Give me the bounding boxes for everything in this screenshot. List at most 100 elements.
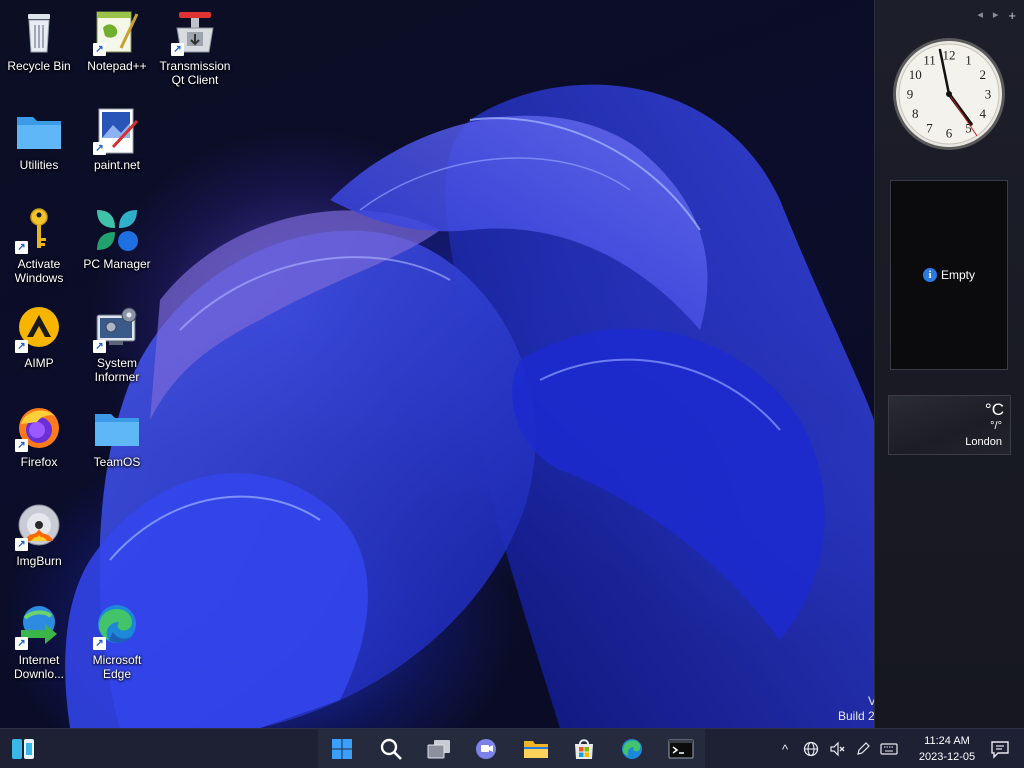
desktop-icon-label: Transmission Qt Client <box>159 59 231 87</box>
notepad-plus-plus-icon: ↗ <box>93 8 141 56</box>
taskbar-pinned-apps <box>318 729 705 768</box>
shortcut-arrow-icon: ↗ <box>93 142 106 155</box>
desktop-icon-label: paint.net <box>93 158 141 172</box>
desktop-icon-label: Notepad++ <box>87 59 147 73</box>
aimp-icon: ↗ <box>15 305 63 353</box>
transmission-icon: ↗ <box>171 8 219 56</box>
search-button[interactable] <box>375 733 407 765</box>
edge-icon: ↗ <box>93 602 141 650</box>
folder-icon <box>93 404 141 452</box>
clock-face-icon: 12 1234567891011 <box>893 38 1005 150</box>
notification-icon <box>991 741 1009 759</box>
shortcut-arrow-icon: ↗ <box>15 439 28 452</box>
edge-button[interactable] <box>616 733 648 765</box>
build-watermark: Build 2 <box>838 709 874 723</box>
desktop-icon-notepad-plus-plus[interactable]: ↗ Notepad++ <box>79 0 155 96</box>
desktop-icon-label: System Informer <box>94 356 140 384</box>
system-tray: ^ <box>776 729 898 768</box>
desktop-icon-label: AIMP <box>24 356 54 370</box>
clock-gadget[interactable]: 12 1 2 3 4 5 6 7 8 9 10 11 <box>891 36 1011 156</box>
widgets-icon <box>12 739 34 759</box>
clock-numeral: 3 <box>985 87 992 102</box>
shortcut-arrow-icon: ↗ <box>15 637 28 650</box>
desktop-icon-activate-windows[interactable]: ↗ Activate Windows <box>1 198 77 294</box>
desktop-icon-paint-net[interactable]: ↗ paint.net <box>79 99 155 195</box>
volume-muted-icon[interactable] <box>828 740 846 758</box>
weather-temperature: °/° <box>990 420 1002 432</box>
notification-center-button[interactable] <box>990 739 1010 759</box>
desktop-icon-internet-download-manager[interactable]: ↗ Internet Downlo... <box>1 594 77 690</box>
chat-button[interactable] <box>471 733 503 765</box>
slideshow-gadget[interactable]: i Empty <box>890 180 1008 370</box>
desktop-icon-label: Utilities <box>19 158 59 172</box>
sidebar-add-gadget-button[interactable]: + <box>1008 8 1016 23</box>
desktop-icon-label: Activate Windows <box>14 257 64 285</box>
recycle-bin-icon <box>15 8 63 56</box>
desktop-icon-utilities[interactable]: Utilities <box>1 99 77 195</box>
folder-icon <box>523 741 548 758</box>
edge-icon <box>622 739 643 759</box>
network-globe-icon[interactable] <box>802 740 820 758</box>
clock-time: 11:24 AM <box>924 735 970 747</box>
gadget-sidebar: ◂ ▸ + 12 1 2 3 4 5 6 7 8 9 10 11 i Empty °C °/° Lon… <box>874 0 1024 728</box>
desktop-icon-label: TeamOS <box>93 455 141 469</box>
weather-unit: °C <box>984 400 1004 419</box>
internet-download-manager-icon: ↗ <box>15 602 63 650</box>
imgburn-icon: ↗ <box>15 503 63 551</box>
sidebar-prev-button[interactable]: ◂ <box>977 8 983 23</box>
desktop-icon-label: Recycle Bin <box>7 59 71 73</box>
clock-numeral: 1 <box>965 53 972 68</box>
desktop[interactable]: V Build 2 Recycle Bin Utilities ↗ Activa… <box>0 0 874 728</box>
desktop-icon-system-informer[interactable]: ↗ System Informer <box>79 297 155 393</box>
terminal-button[interactable] <box>665 733 697 765</box>
sidebar-next-button[interactable]: ▸ <box>993 8 999 23</box>
desktop-icon-microsoft-edge[interactable]: ↗ Microsoft Edge <box>79 594 155 690</box>
taskbar: ^ 11:24 AM 2023-12-05 <box>0 728 1024 768</box>
shortcut-arrow-icon: ↗ <box>15 538 28 551</box>
terminal-icon <box>668 739 694 759</box>
show-hidden-icons-chevron-icon[interactable]: ^ <box>776 740 794 758</box>
touch-keyboard-icon[interactable] <box>880 740 898 758</box>
task-view-icon <box>427 740 450 759</box>
folder-icon <box>15 107 63 155</box>
clock-numeral: 2 <box>980 67 987 82</box>
sidebar-controls: ◂ ▸ + <box>977 8 1016 23</box>
desktop-icon-transmission[interactable]: ↗ Transmission Qt Client <box>157 0 233 96</box>
info-icon: i <box>922 268 937 282</box>
desktop-icon-firefox[interactable]: ↗ Firefox <box>1 396 77 492</box>
weather-gadget[interactable]: °C °/° London <box>888 395 1011 455</box>
store-button[interactable] <box>568 733 600 765</box>
widgets-button[interactable] <box>8 735 40 763</box>
desktop-icon-pc-manager[interactable]: PC Manager <box>79 198 155 294</box>
desktop-icon-recycle-bin[interactable]: Recycle Bin <box>1 0 77 96</box>
shortcut-arrow-icon: ↗ <box>93 637 106 650</box>
shortcut-arrow-icon: ↗ <box>15 340 28 353</box>
slideshow-empty-label: Empty <box>940 268 975 282</box>
desktop-icon-label: Internet Downlo... <box>13 653 65 681</box>
key-icon: ↗ <box>15 206 63 254</box>
windows-logo-icon <box>332 739 353 759</box>
file-explorer-button[interactable] <box>520 733 552 765</box>
microsoft-store-icon <box>575 739 594 759</box>
task-view-button[interactable] <box>423 733 455 765</box>
desktop-icon-teamos[interactable]: TeamOS <box>79 396 155 492</box>
start-button[interactable] <box>326 733 358 765</box>
desktop-icon-aimp[interactable]: ↗ AIMP <box>1 297 77 393</box>
desktop-icon-label: ImgBurn <box>16 554 62 568</box>
shortcut-arrow-icon: ↗ <box>171 43 184 56</box>
desktop-icon-label: Firefox <box>20 455 58 469</box>
clock-numeral: 9 <box>907 87 914 102</box>
system-informer-icon: ↗ <box>93 305 141 353</box>
clock-numeral: 6 <box>946 126 953 141</box>
desktop-icon-label: PC Manager <box>83 257 151 271</box>
weather-city: London <box>965 436 1002 448</box>
teams-chat-icon <box>476 739 497 759</box>
desktop-icon-imgburn[interactable]: ↗ ImgBurn <box>1 495 77 591</box>
desktop-icon-label: Microsoft Edge <box>92 653 142 681</box>
paint-net-icon: ↗ <box>93 107 141 155</box>
pen-icon[interactable] <box>854 740 872 758</box>
search-icon <box>380 738 402 760</box>
shortcut-arrow-icon: ↗ <box>15 241 28 254</box>
clock-numeral: 12 <box>943 48 956 63</box>
taskbar-clock[interactable]: 11:24 AM 2023-12-05 <box>912 733 982 765</box>
